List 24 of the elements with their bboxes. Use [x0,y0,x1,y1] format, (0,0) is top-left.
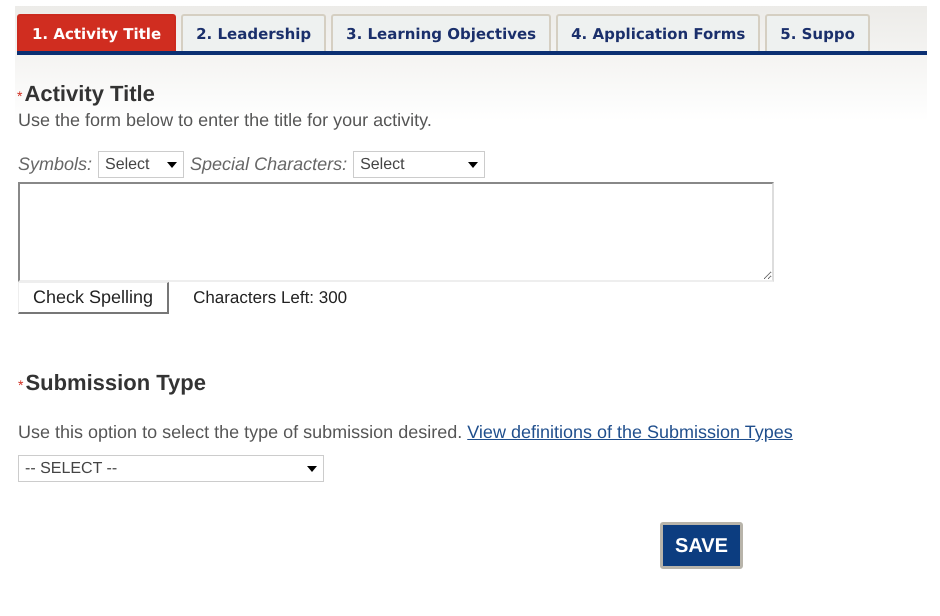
save-button[interactable]: SAVE [660,522,743,569]
tab[interactable]: 4. Application Forms [556,14,760,51]
section-heading: Submission Type [25,370,206,396]
instructions-text: Use this option to select the type of submission desired. View definitions of the Submission Types [18,422,794,443]
tab[interactable]: 2. Leadership [181,14,326,51]
check-spelling-button[interactable]: Check Spelling [18,282,170,314]
special-characters-select[interactable]: Select [353,151,486,178]
required-mark: * [18,377,24,393]
required-mark: * [17,88,22,104]
title-input-field[interactable] [18,182,774,282]
caret-icon [167,162,178,168]
field-label: Symbols: [18,154,92,175]
tab[interactable]: 5. Suppo [765,14,870,51]
field-label: Special Characters: [190,154,348,175]
caret-icon [307,466,317,472]
caret-icon [468,162,478,168]
tab[interactable]: 1. Activity Title [17,14,176,51]
characters-left-text: Characters Left: 300 [193,288,348,308]
submission-type-select[interactable]: -- SELECT -- [18,455,324,482]
definitions-link[interactable]: View definitions of the Submission Types [467,422,793,442]
tab[interactable]: 3. Learning Objectives [331,14,552,51]
section-heading: Activity Title [24,81,155,107]
symbols-select[interactable]: Select [98,151,184,178]
instructions-text: Use the form below to enter the title for your activity. [18,110,433,131]
